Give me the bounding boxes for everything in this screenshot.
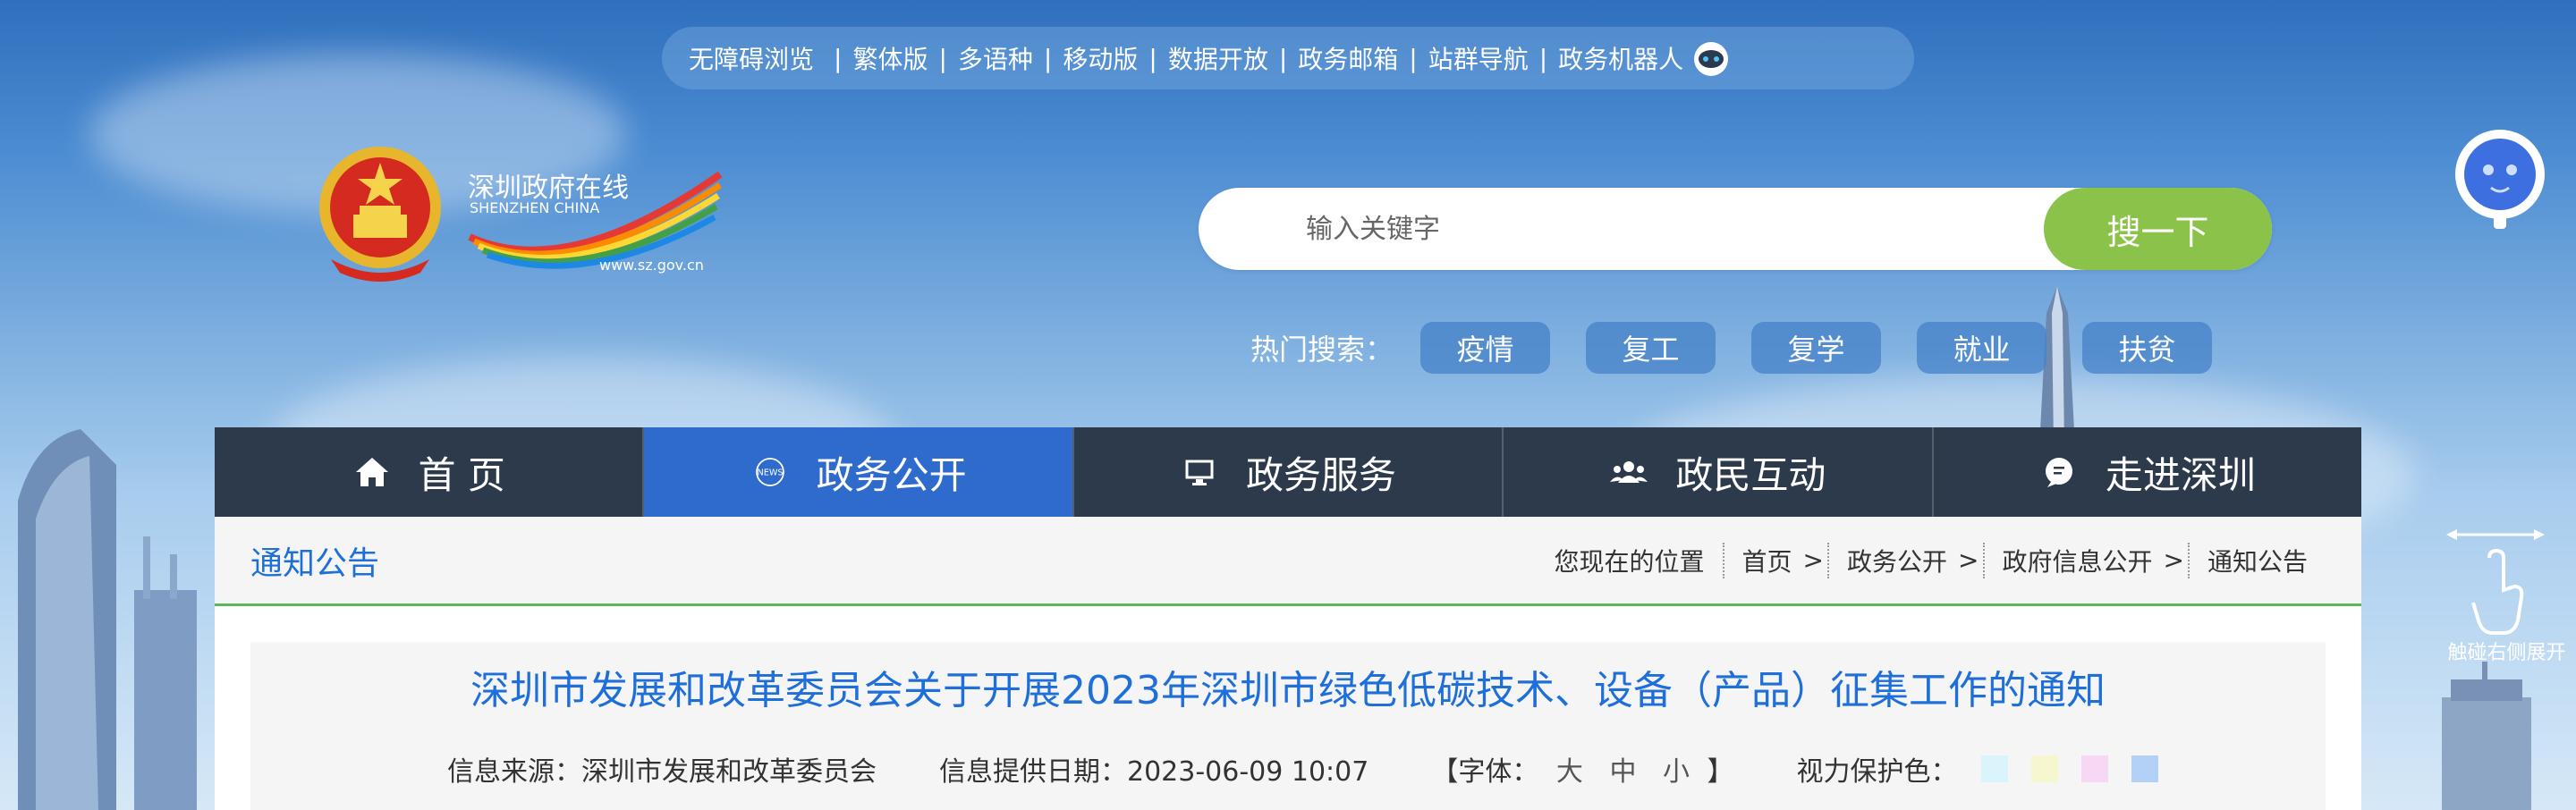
robot-icon[interactable] bbox=[1690, 38, 1732, 79]
assistant-robot-icon[interactable] bbox=[2451, 125, 2549, 232]
nav-gov-service-label: 政务服务 bbox=[1246, 452, 1397, 497]
search-input[interactable] bbox=[1306, 213, 2021, 245]
link-separator: | bbox=[938, 43, 947, 73]
traditional-chinese-link[interactable]: 繁体版 bbox=[852, 40, 928, 76]
breadcrumb-bar: 通知公告 您现在的位置 首页 > 政务公开 > 政府信息公开 > 通知公告 bbox=[215, 517, 2361, 606]
news-icon: NEWS bbox=[750, 452, 790, 492]
svg-text:NEWS: NEWS bbox=[757, 468, 783, 478]
hot-search: 热门搜索： 疫情 复工 复学 就业 扶贫 bbox=[1250, 322, 2248, 374]
side-expand-tip: 触碰右侧展开 bbox=[2447, 642, 2566, 664]
eye-color-blue[interactable] bbox=[2131, 755, 2158, 782]
nav-gov-affairs-label: 政务公开 bbox=[816, 452, 967, 497]
font-size-medium[interactable]: 中 bbox=[1609, 756, 1636, 788]
eye-color-cyan[interactable] bbox=[1980, 755, 2008, 782]
article-date: 信息提供日期：2023-06-09 10:07 bbox=[939, 756, 1369, 788]
link-separator: | bbox=[1538, 43, 1548, 73]
nav-shenzhen-label: 走进深圳 bbox=[2105, 452, 2256, 497]
eye-color-yellow[interactable] bbox=[2030, 755, 2058, 782]
site-navigation-link[interactable]: 站群导航 bbox=[1428, 40, 1529, 76]
nav-interaction-label: 政民互动 bbox=[1675, 452, 1826, 497]
link-separator: | bbox=[1409, 43, 1418, 73]
monitor-icon bbox=[1180, 452, 1219, 492]
site-logo[interactable]: 深圳政府在线 SHENZHEN CHINA www.sz.gov.cn bbox=[461, 156, 729, 282]
font-size-label-close: 】 bbox=[1707, 756, 1734, 788]
article-title: 深圳市发展和改革委员会关于开展2023年深圳市绿色低碳技术、设备（产品）征集工作… bbox=[470, 668, 2106, 713]
multilanguage-link[interactable]: 多语种 bbox=[958, 40, 1033, 76]
article-header: 深圳市发展和改革委员会关于开展2023年深圳市绿色低碳技术、设备（产品）征集工作… bbox=[250, 642, 2326, 810]
search-button[interactable]: 搜一下 bbox=[2044, 188, 2272, 270]
nav-interaction[interactable]: 政民互动 bbox=[1504, 427, 1934, 517]
link-separator: | bbox=[1278, 43, 1288, 73]
skyline-right-image bbox=[2442, 662, 2531, 810]
national-emblem-logo bbox=[319, 147, 441, 282]
nav-home[interactable]: 首 页 bbox=[215, 427, 645, 517]
breadcrumb-arrow: > bbox=[2163, 545, 2184, 575]
location-label: 您现在的位置 bbox=[1554, 546, 1705, 577]
gov-robot-link[interactable]: 政务机器人 bbox=[1558, 40, 1683, 76]
font-size-label-open: 【字体： bbox=[1431, 756, 1539, 788]
skyline-left-image bbox=[18, 429, 197, 810]
breadcrumb: 您现在的位置 首页 > 政务公开 > 政府信息公开 > 通知公告 bbox=[1537, 542, 2326, 578]
font-size-control: 【字体： 大 中 小 】 bbox=[1431, 749, 1733, 789]
section-title[interactable]: 通知公告 bbox=[250, 537, 379, 584]
main-nav: 首 页 NEWS 政务公开 政务服务 政民互动 走进深圳 bbox=[215, 427, 2361, 517]
search-bar: 搜一下 bbox=[1199, 188, 2272, 270]
breadcrumb-arrow: > bbox=[1802, 545, 1825, 575]
breadcrumb-arrow: > bbox=[1958, 545, 1979, 575]
nav-gov-affairs[interactable]: NEWS 政务公开 bbox=[644, 427, 1074, 517]
hot-tag-resume-work[interactable]: 复工 bbox=[1586, 322, 1716, 374]
hot-search-label: 热门搜索： bbox=[1250, 333, 1394, 367]
logo-name-en: SHENZHEN CHINA bbox=[470, 199, 600, 216]
swipe-hand-icon[interactable] bbox=[2446, 527, 2545, 644]
top-links-bar: 无障碍浏览 | 繁体版 | 多语种 | 移动版 | 数据开放 | 政务邮箱 | … bbox=[662, 27, 1914, 89]
article-meta: 信息来源：深圳市发展和改革委员会 信息提供日期：2023-06-09 10:07… bbox=[447, 749, 2326, 789]
logo-url: www.sz.gov.cn bbox=[599, 257, 704, 274]
link-separator: | bbox=[1043, 43, 1053, 73]
breadcrumb-gov-affairs[interactable]: 政务公开 bbox=[1827, 542, 1965, 578]
font-size-small[interactable]: 小 bbox=[1663, 756, 1690, 788]
gov-mail-link[interactable]: 政务邮箱 bbox=[1298, 40, 1398, 76]
eye-color-pink[interactable] bbox=[2080, 755, 2108, 782]
chat-icon bbox=[2039, 452, 2079, 492]
eye-protection-label: 视力保护色： bbox=[1796, 756, 1958, 788]
link-separator: | bbox=[834, 43, 843, 73]
hot-tag-employment[interactable]: 就业 bbox=[1917, 322, 2047, 374]
content-panel: 通知公告 您现在的位置 首页 > 政务公开 > 政府信息公开 > 通知公告 深圳… bbox=[215, 517, 2361, 810]
accessible-browse-link[interactable]: 无障碍浏览 bbox=[689, 40, 814, 76]
article-source: 信息来源：深圳市发展和改革委员会 bbox=[447, 756, 877, 788]
hot-tag-resume-school[interactable]: 复学 bbox=[1751, 322, 1882, 374]
home-icon bbox=[352, 452, 392, 492]
link-separator: | bbox=[1148, 43, 1157, 73]
nav-gov-service[interactable]: 政务服务 bbox=[1074, 427, 1504, 517]
hot-tag-epidemic[interactable]: 疫情 bbox=[1420, 322, 1551, 374]
nav-home-label: 首 页 bbox=[418, 452, 505, 497]
breadcrumb-notices[interactable]: 通知公告 bbox=[2187, 542, 2326, 578]
hot-tag-poverty[interactable]: 扶贫 bbox=[2082, 322, 2213, 374]
font-size-large[interactable]: 大 bbox=[1556, 756, 1583, 788]
open-data-link[interactable]: 数据开放 bbox=[1168, 40, 1268, 76]
people-icon bbox=[1609, 452, 1648, 492]
mobile-version-link[interactable]: 移动版 bbox=[1063, 40, 1138, 76]
breadcrumb-gov-info[interactable]: 政府信息公开 bbox=[1982, 542, 2171, 578]
nav-shenzhen[interactable]: 走进深圳 bbox=[1934, 427, 2361, 517]
breadcrumb-home[interactable]: 首页 bbox=[1722, 542, 1810, 578]
